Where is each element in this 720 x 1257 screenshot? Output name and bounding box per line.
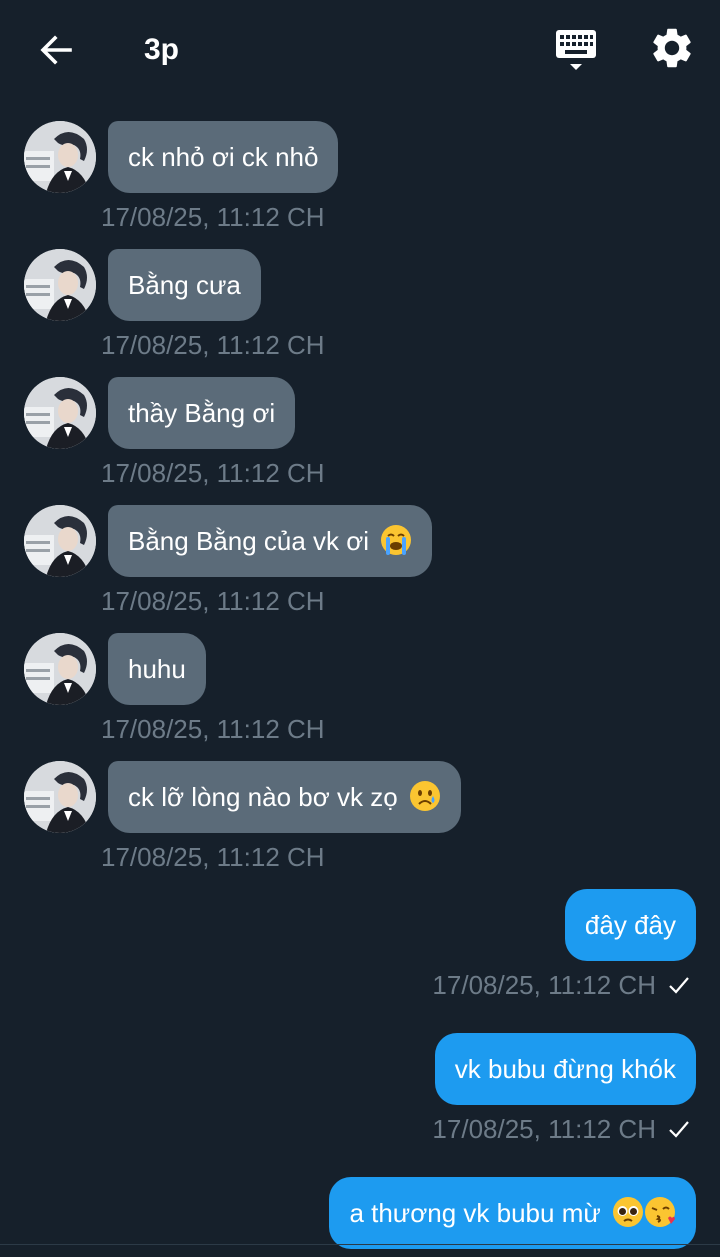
avatar[interactable] [24,633,96,705]
arrow-left-icon [40,35,72,65]
message-timestamp: 17/08/25, 11:12 CH [432,1114,656,1144]
sent-check-icon [666,972,692,998]
message-meta: 17/08/25, 11:12 CH [432,1112,692,1146]
conversation-title: 3p [144,33,180,66]
top-bar: 3p [0,0,720,100]
message-text: Bằng cưa [128,270,241,300]
message-bubble-outgoing[interactable]: a thương vk bubu mừ [329,1177,696,1249]
incoming-message: ck nhỏ ơi ck nhỏ 17/08/25, 11:12 CH [0,121,720,249]
message-bubble[interactable]: Bằng Bằng của vk ơi [108,505,433,577]
message-text: ck nhỏ ơi ck nhỏ [128,142,319,172]
message-timestamp: 17/08/25, 11:12 CH [432,970,656,1000]
keyboard-button[interactable] [552,26,600,74]
message-text: đây đây [584,910,676,940]
avatar[interactable] [24,377,96,449]
avatar[interactable] [24,505,96,577]
crying-face-icon [409,781,440,811]
chat-screen: ck nhỏ ơi ck nhỏ 17/08/25, 11:12 CH Bằng… [0,0,720,1257]
message-meta: 17/08/25, 11:12 CH [432,968,692,1002]
message-bubble-outgoing[interactable]: đây đây [564,889,696,961]
pleading-face-icon [613,1197,643,1227]
keyboard-icon [556,30,596,70]
message-timestamp: 17/08/25, 11:12 CH [101,714,325,744]
message-bubble[interactable]: thầy Bằng ơi [108,377,296,449]
incoming-message: Bằng cưa 17/08/25, 11:12 CH [0,249,720,377]
avatar[interactable] [24,761,96,833]
kissing-heart-face-icon [645,1197,675,1227]
back-button[interactable] [34,28,78,72]
incoming-message: ck lỡ lòng nào bơ vk zọ 17/08/25, 11:12 … [0,761,720,889]
message-bubble[interactable]: ck nhỏ ơi ck nhỏ [108,121,339,193]
message-text: thầy Bằng ơi [128,398,276,428]
gear-icon [653,28,691,68]
message-bubble[interactable]: huhu [108,633,206,705]
message-bubble-outgoing[interactable]: vk bubu đừng khók [434,1033,696,1105]
message-bubble[interactable]: Bằng cưa [108,249,261,321]
sent-check-icon [666,1116,692,1142]
message-timestamp: 17/08/25, 11:12 CH [101,586,325,616]
message-bubble[interactable]: ck lỡ lòng nào bơ vk zọ [108,761,461,833]
incoming-message: huhu 17/08/25, 11:12 CH [0,633,720,761]
message-text: vk bubu đừng khók [454,1054,676,1084]
avatar[interactable] [24,249,96,321]
loudly-crying-face-icon [381,525,412,555]
message-timestamp: 17/08/25, 11:12 CH [101,458,325,488]
incoming-message: thầy Bằng ơi 17/08/25, 11:12 CH [0,377,720,505]
message-text: huhu [128,654,186,684]
settings-button[interactable] [648,24,696,72]
incoming-message: Bằng Bằng của vk ơi 17/08/25, 11:12 CH [0,505,720,633]
message-timestamp: 17/08/25, 11:12 CH [101,202,325,232]
avatar[interactable] [24,121,96,193]
message-timestamp: 17/08/25, 11:12 CH [101,842,325,872]
message-text: ck lỡ lòng nào bơ vk zọ [128,782,398,812]
message-text: a thương vk bubu mừ [349,1198,601,1228]
divider [0,1244,720,1245]
message-list[interactable]: ck nhỏ ơi ck nhỏ 17/08/25, 11:12 CH Bằng… [0,0,720,1257]
message-text: Bằng Bằng của vk ơi [128,526,370,556]
message-timestamp: 17/08/25, 11:12 CH [101,330,325,360]
